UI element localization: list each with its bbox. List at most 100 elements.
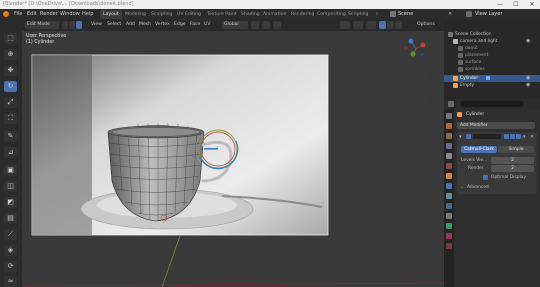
xray-icon[interactable] <box>353 21 363 29</box>
tab-animation[interactable]: Animation <box>260 10 289 19</box>
maximize-button[interactable]: ☐ <box>508 0 524 9</box>
menu-add[interactable]: Add <box>126 22 135 27</box>
texture-tab-icon[interactable] <box>446 243 452 249</box>
face-select-icon[interactable] <box>76 21 82 29</box>
proportional-edit-icon[interactable] <box>273 21 281 29</box>
view-layer-tab-icon[interactable] <box>446 143 452 149</box>
options-menu[interactable]: Options <box>417 22 435 27</box>
tab-modeling[interactable]: Modeling <box>122 10 149 19</box>
close-icon[interactable]: ✕ <box>530 134 534 140</box>
catmull-clark-button[interactable]: Catmull-Clark <box>461 146 497 153</box>
rendered-shading-icon[interactable] <box>395 21 402 29</box>
scene-tab-icon[interactable] <box>446 153 452 159</box>
overlay-icon[interactable] <box>340 21 350 29</box>
tool-tab-icon[interactable] <box>446 113 452 119</box>
outliner-row-empty[interactable]: Empty ◉ <box>444 82 540 89</box>
move-tool[interactable]: ✥ <box>4 65 17 76</box>
simple-button[interactable]: Simple <box>498 146 534 153</box>
viewport-canvas[interactable] <box>22 31 444 287</box>
annotate-tool[interactable]: ✎ <box>4 131 17 142</box>
outliner-row-camera-and-light[interactable]: camera and light ◉ <box>444 38 540 45</box>
chevron-down-icon[interactable]: ▾ <box>459 134 462 140</box>
output-tab-icon[interactable] <box>446 133 452 139</box>
mode-selector[interactable]: Edit Mode <box>25 21 59 29</box>
outliner-row-placement[interactable]: placement <box>444 52 540 59</box>
loop-cut-tool[interactable]: ▤ <box>4 213 17 224</box>
render-tab-icon[interactable] <box>446 123 452 129</box>
blender-logo-icon[interactable] <box>3 11 9 17</box>
bevel-tool[interactable]: ◩ <box>4 197 17 208</box>
menu-view[interactable]: View <box>91 22 102 27</box>
outliner-row-sprinkles[interactable]: sprinkles <box>444 66 540 73</box>
advanced-section[interactable]: Advanced <box>467 185 489 190</box>
scene-selector[interactable]: Scene <box>398 11 413 17</box>
menu-file[interactable]: File <box>14 11 22 17</box>
object-tab-icon[interactable] <box>446 173 452 179</box>
smooth-tool[interactable]: ≈ <box>4 276 17 287</box>
transform-tool[interactable]: ⛶ <box>4 113 17 124</box>
transform-orientation[interactable]: Global <box>222 21 248 29</box>
render-toggle-icon[interactable] <box>516 134 521 139</box>
dropdown-icon[interactable]: ▾ <box>523 134 526 140</box>
modifier-tab-icon[interactable] <box>446 183 452 189</box>
view-layer-selector[interactable]: View Layer <box>475 11 502 17</box>
edge-select-icon[interactable] <box>69 21 75 29</box>
menu-help[interactable]: Help <box>82 11 93 17</box>
tab-shading[interactable]: Shading <box>238 10 263 19</box>
eye-icon[interactable]: ◉ <box>526 75 530 82</box>
properties-search-input[interactable] <box>460 101 524 107</box>
eye-icon[interactable]: ◉ <box>526 38 530 45</box>
close-button[interactable]: ✕ <box>524 0 540 9</box>
render-levels-field[interactable]: 2 <box>491 165 534 172</box>
tab-scripting[interactable]: Scripting <box>345 10 371 19</box>
measure-tool[interactable]: ⊿ <box>4 147 17 158</box>
properties-editor-icon[interactable] <box>448 101 454 107</box>
tab-sculpting[interactable]: Sculpting <box>148 10 175 19</box>
tab-compositing[interactable]: Compositing <box>314 10 349 19</box>
chevron-right-icon[interactable]: › <box>461 185 463 191</box>
outliner-row-surface[interactable]: surface <box>444 59 540 66</box>
optimal-display-checkbox[interactable] <box>483 175 488 180</box>
add-modifier-button[interactable]: Add Modifier <box>457 122 535 129</box>
gizmo-icon[interactable] <box>366 21 376 29</box>
pivot-icon[interactable] <box>251 21 259 29</box>
solid-shading-icon[interactable] <box>379 21 386 29</box>
world-tab-icon[interactable] <box>446 163 452 169</box>
outliner-row-cylinder[interactable]: Cylinder ◉ <box>444 75 540 82</box>
particles-tab-icon[interactable] <box>446 193 452 199</box>
tab-layout[interactable]: Layout <box>100 10 122 19</box>
rotate-tool[interactable]: ↻ <box>4 81 17 92</box>
inset-tool[interactable]: ◫ <box>4 181 17 192</box>
physics-tab-icon[interactable] <box>446 203 452 209</box>
levels-viewport-field[interactable]: 2 <box>491 157 534 164</box>
menu-window[interactable]: Window <box>60 11 80 17</box>
data-tab-icon[interactable] <box>446 223 452 229</box>
vertex-select-icon[interactable] <box>62 21 68 29</box>
knife-tool[interactable]: ⟋ <box>4 229 17 240</box>
constraints-tab-icon[interactable] <box>446 213 452 219</box>
eye-icon[interactable]: ◉ <box>526 82 530 89</box>
tab-texture-paint[interactable]: Texture Paint <box>204 10 240 19</box>
menu-uv[interactable]: UV <box>204 22 211 27</box>
material-shading-icon[interactable] <box>387 21 394 29</box>
spin-tool[interactable]: ⟳ <box>4 261 17 272</box>
tab-uv-editing[interactable]: UV Editing <box>174 10 204 19</box>
minimize-button[interactable]: — <box>492 0 508 9</box>
material-tab-icon[interactable] <box>446 233 452 239</box>
3d-viewport[interactable]: User Perspective (1) Cylinder <box>22 31 444 287</box>
menu-edit[interactable]: Edit <box>27 11 37 17</box>
extrude-tool[interactable]: ▣ <box>4 165 17 176</box>
edit-mode-toggle-icon[interactable] <box>504 134 509 139</box>
menu-vertex[interactable]: Vertex <box>155 22 170 27</box>
cursor-tool[interactable]: ⊕ <box>4 49 17 60</box>
select-box-tool[interactable]: ⬚ <box>4 33 17 44</box>
menu-edge[interactable]: Edge <box>174 22 186 27</box>
outliner-row-donut[interactable]: donut <box>444 45 540 52</box>
poly-build-tool[interactable]: ◈ <box>4 245 17 256</box>
snap-icon[interactable] <box>262 21 270 29</box>
menu-mesh[interactable]: Mesh <box>139 22 151 27</box>
menu-select[interactable]: Select <box>107 22 121 27</box>
modifier-name-field[interactable] <box>473 134 501 139</box>
menu-face[interactable]: Face <box>190 22 200 27</box>
viewport-toggle-icon[interactable] <box>510 134 515 139</box>
